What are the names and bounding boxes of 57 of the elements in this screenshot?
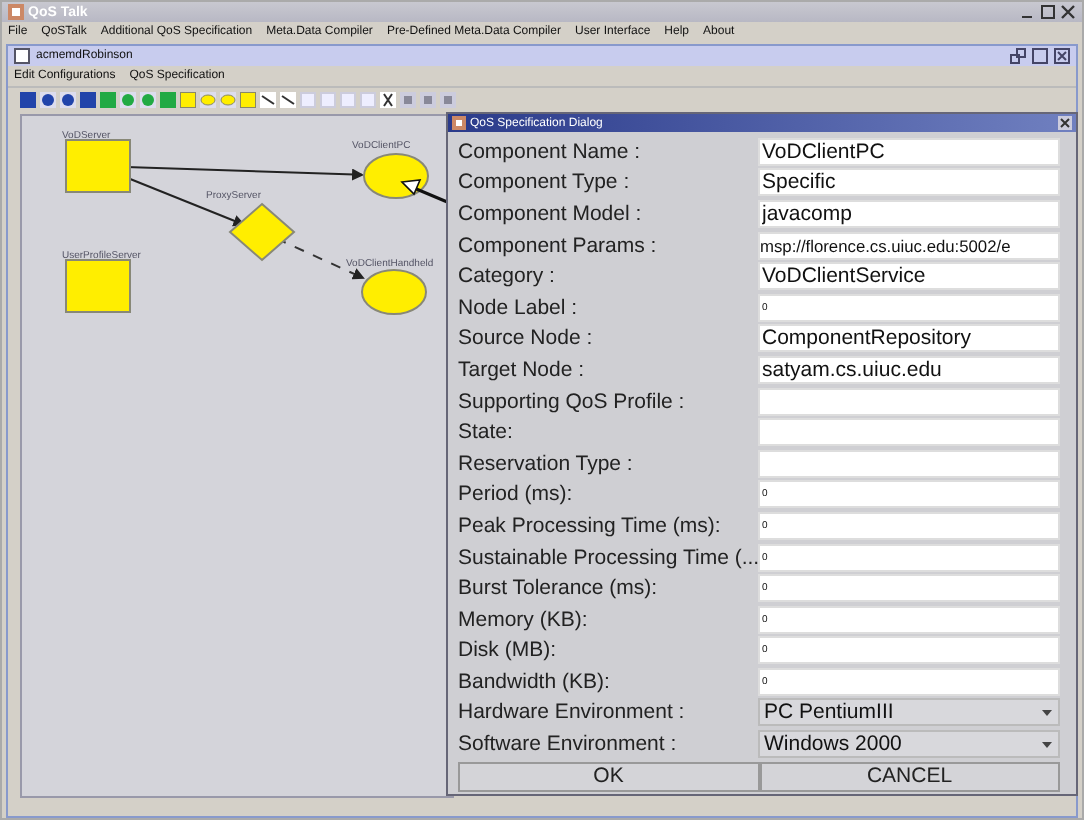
input-field[interactable] xyxy=(758,387,1060,416)
field-label: Category : xyxy=(458,264,557,289)
close-icon[interactable] xyxy=(1054,48,1070,64)
field-label: Software Environment : xyxy=(458,732,679,757)
field-label: Hardware Environment : xyxy=(458,700,687,725)
frame-icon xyxy=(14,48,30,64)
field-label: Sustainable Processing Time (... xyxy=(458,545,758,570)
connector-icon[interactable] xyxy=(280,91,296,107)
caret-icon xyxy=(1042,741,1052,748)
input-field[interactable]: msp://florence.cs.uiuc.edu:5002/e xyxy=(758,231,1060,260)
ellipse-node[interactable] xyxy=(361,269,427,315)
diamond-node[interactable] xyxy=(228,202,296,262)
rectangle-node[interactable] xyxy=(65,139,131,193)
dialog-icon xyxy=(452,116,466,130)
field-label: Memory (KB): xyxy=(458,607,590,632)
field-label: Burst Tolerance (ms): xyxy=(458,576,660,601)
input-field[interactable] xyxy=(758,418,1060,447)
field-label: Component Params : xyxy=(458,233,659,258)
field-label: Component Model : xyxy=(458,201,644,226)
input-field[interactable]: satyam.cs.uiuc.edu xyxy=(758,355,1060,384)
app-icon xyxy=(8,4,24,20)
cut-icon[interactable] xyxy=(380,91,396,107)
close-icon[interactable] xyxy=(1058,116,1072,130)
dialog-button[interactable]: OK xyxy=(458,761,759,792)
field-label: Bandwidth (KB): xyxy=(458,669,612,694)
input-field[interactable]: ComponentRepository xyxy=(758,324,1060,353)
pointer-arrow xyxy=(400,179,452,206)
restore-icon[interactable] xyxy=(1010,48,1026,64)
maximize-icon[interactable] xyxy=(1032,48,1048,64)
field-label: Component Name : xyxy=(458,139,643,164)
field-label: Source Node : xyxy=(458,326,595,351)
field-label: Disk (MB): xyxy=(458,638,558,663)
maximize-icon[interactable] xyxy=(1040,4,1056,20)
input-field[interactable] xyxy=(758,449,1060,478)
circle-tool-icon[interactable] xyxy=(60,91,76,107)
field-label: Supporting QoS Profile : xyxy=(458,389,687,414)
field-label: Reservation Type : xyxy=(458,451,635,476)
field-label: State: xyxy=(458,420,515,445)
ellipse-node[interactable] xyxy=(363,153,429,199)
input-field[interactable]: Specific xyxy=(758,168,1060,197)
field-label: Target Node : xyxy=(458,357,587,382)
circle-tool-icon[interactable] xyxy=(40,91,56,107)
input-field[interactable]: VoDClientService xyxy=(758,262,1060,291)
field-label: Node Label : xyxy=(458,295,580,320)
connector-icon[interactable] xyxy=(260,91,276,107)
dropdown[interactable]: Windows 2000 xyxy=(758,730,1060,759)
caret-icon xyxy=(1042,709,1052,716)
dropdown[interactable]: PC PentiumIII xyxy=(758,698,1060,727)
close-icon[interactable] xyxy=(1060,4,1076,20)
square-tool-icon[interactable] xyxy=(20,91,36,107)
field-label: Component Type : xyxy=(458,170,632,195)
field-label: Peak Processing Time (ms): xyxy=(458,513,723,538)
field-label: Period (ms): xyxy=(458,482,575,507)
dialog-button[interactable]: CANCEL xyxy=(759,761,1060,792)
input-field[interactable]: VoDClientPC xyxy=(758,137,1060,166)
rectangle-node[interactable] xyxy=(65,259,131,313)
input-field[interactable]: javacomp xyxy=(758,199,1060,228)
